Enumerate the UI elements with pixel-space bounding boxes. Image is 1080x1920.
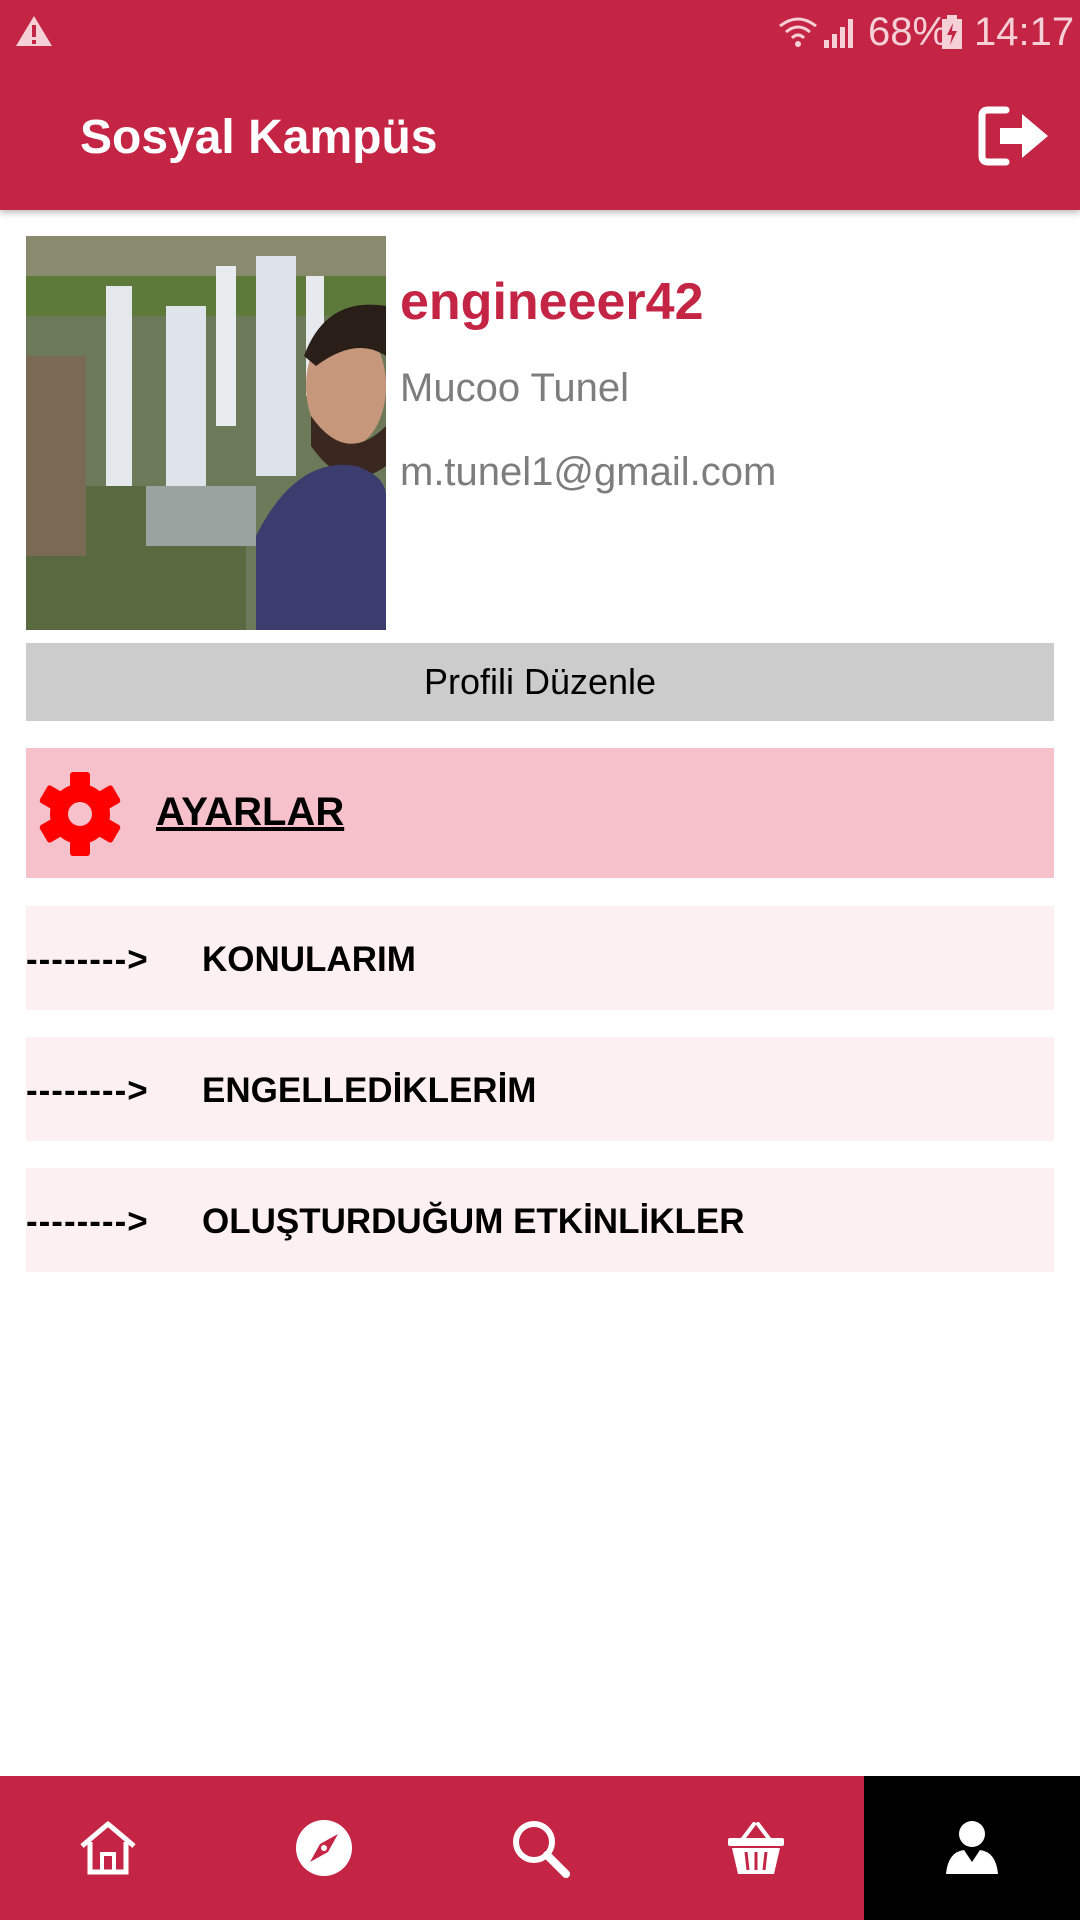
arrow-text: --------> xyxy=(26,1202,149,1241)
warning-icon xyxy=(16,16,52,46)
nav-search[interactable] xyxy=(432,1776,648,1920)
profile-icon xyxy=(946,1821,998,1874)
arrow-text: --------> xyxy=(26,940,149,979)
nav-explore[interactable] xyxy=(216,1776,432,1920)
edit-profile-button[interactable]: Profili Düzenle xyxy=(26,643,1054,721)
status-bar: 68% 14:17 xyxy=(0,0,1080,66)
username: engineeer42 xyxy=(400,273,704,331)
profile-photo xyxy=(26,236,386,630)
battery-icon xyxy=(942,15,962,49)
compass-icon xyxy=(296,1820,352,1876)
menu-item-label: KONULARIM xyxy=(202,940,416,979)
menu-item-label: OLUŞTURDUĞUM ETKİNLİKLER xyxy=(202,1202,745,1241)
menu-item-konularim[interactable]: --------> KONULARIM xyxy=(26,906,1054,1010)
home-icon xyxy=(80,1821,136,1875)
menu-item-engellediklerim[interactable]: --------> ENGELLEDİKLERİM xyxy=(26,1037,1054,1141)
signal-icon xyxy=(824,19,853,48)
gear-icon xyxy=(39,772,121,856)
nav-home[interactable] xyxy=(0,1776,216,1920)
email: m.tunel1@gmail.com xyxy=(400,450,777,494)
app-bar: 68% 14:17 Sosyal Kampüs xyxy=(0,0,1080,210)
menu-item-label: ENGELLEDİKLERİM xyxy=(202,1071,537,1110)
settings-row[interactable]: AYARLAR xyxy=(26,748,1054,878)
full-name: Mucoo Tunel xyxy=(400,366,630,410)
arrow-text: --------> xyxy=(26,1071,149,1110)
wifi-icon xyxy=(779,17,817,47)
settings-label: AYARLAR xyxy=(156,790,345,834)
search-icon xyxy=(513,1821,570,1878)
nav-profile[interactable] xyxy=(864,1776,1080,1920)
clock: 14:17 xyxy=(974,10,1075,54)
bottom-navigation xyxy=(0,1776,1080,1920)
app-title: Sosyal Kampüs xyxy=(80,111,438,164)
battery-percent: 68% xyxy=(868,10,949,54)
menu-item-etkinlikler[interactable]: --------> OLUŞTURDUĞUM ETKİNLİKLER xyxy=(26,1168,1054,1272)
nav-basket[interactable] xyxy=(648,1776,864,1920)
basket-icon xyxy=(728,1822,784,1874)
logout-icon[interactable] xyxy=(978,104,1052,168)
